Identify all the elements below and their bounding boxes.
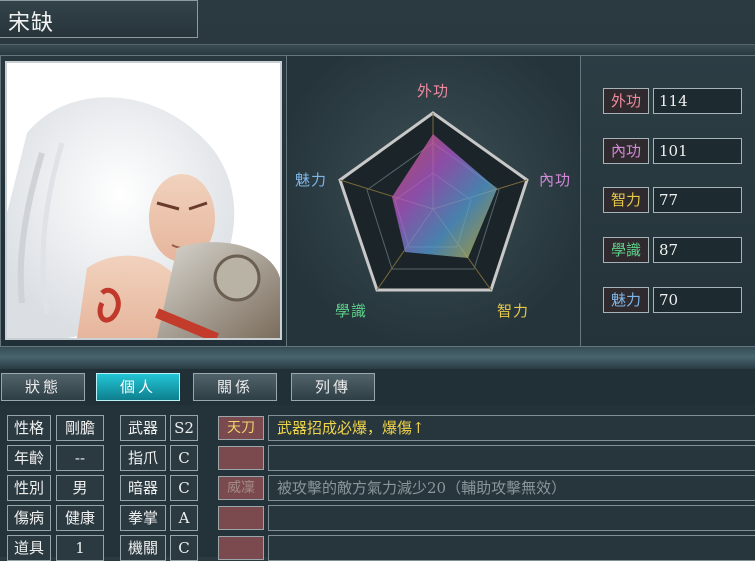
stat-label: 學識 xyxy=(603,237,649,263)
skill-description xyxy=(268,505,755,531)
stat-label: 魅力 xyxy=(603,287,649,313)
tab-relations[interactable]: 關係 xyxy=(193,373,277,401)
stat-label: 外功 xyxy=(603,88,649,114)
skill-label: 拳掌 xyxy=(120,505,166,531)
skill-grade: S2 xyxy=(170,415,198,441)
skill-tag[interactable] xyxy=(218,536,264,560)
skill-description: 武器招成必爆，爆傷↑ xyxy=(268,415,755,441)
attribute-values-panel: 外功 114 內功 101 智力 77 學識 87 魅力 70 xyxy=(580,55,755,347)
personal-label: 性格 xyxy=(7,415,51,441)
wave-divider xyxy=(0,347,755,369)
skill-grade: A xyxy=(170,505,198,531)
personal-label: 年齡 xyxy=(7,445,51,471)
personal-value: 健康 xyxy=(56,505,104,531)
skill-tag[interactable] xyxy=(218,446,264,470)
stat-label: 內功 xyxy=(603,138,649,164)
header-band xyxy=(0,44,755,55)
skill-tag[interactable] xyxy=(218,506,264,530)
personal-label: 性別 xyxy=(7,475,51,501)
personal-value: 1 xyxy=(56,535,104,561)
skill-tag[interactable]: 天刀 xyxy=(218,416,264,440)
stat-value: 70 xyxy=(653,287,742,313)
skill-tag[interactable]: 威凜 xyxy=(218,476,264,500)
skill-description xyxy=(268,535,755,561)
tab-biography[interactable]: 列傳 xyxy=(291,373,375,401)
attribute-radar-panel: 外功 內功 智力 學識 魅力 xyxy=(286,55,581,347)
radar-label-bottom-left: 學識 xyxy=(335,302,368,320)
skill-label: 武器 xyxy=(120,415,166,441)
personal-value: -- xyxy=(56,445,104,471)
personal-label: 道具 xyxy=(7,535,51,561)
personal-value: 剛膽 xyxy=(56,415,104,441)
skill-label: 暗器 xyxy=(120,475,166,501)
skill-grade: C xyxy=(170,475,198,501)
stat-value: 101 xyxy=(653,138,742,164)
radar-label-bottom-right: 智力 xyxy=(497,302,530,320)
personal-value: 男 xyxy=(56,475,104,501)
skill-grade: C xyxy=(170,535,198,561)
tab-status[interactable]: 狀態 xyxy=(1,373,85,401)
radar-label-left: 魅力 xyxy=(295,171,328,189)
skill-label: 指爪 xyxy=(120,445,166,471)
skill-grade: C xyxy=(170,445,198,471)
character-portrait xyxy=(5,61,282,340)
stat-value: 114 xyxy=(653,88,742,114)
radar-label-right: 內功 xyxy=(539,171,572,189)
stat-label: 智力 xyxy=(603,187,649,213)
radar-label-top: 外功 xyxy=(417,82,450,100)
stat-value: 87 xyxy=(653,237,742,263)
skill-description xyxy=(268,445,755,471)
tab-personal[interactable]: 個人 xyxy=(96,373,180,401)
portrait-illustration xyxy=(7,63,280,338)
personal-label: 傷病 xyxy=(7,505,51,531)
character-name: 宋缺 xyxy=(8,11,55,36)
skill-description: 被攻擊的敵方氣力減少20（輔助攻擊無效） xyxy=(268,475,755,501)
stat-value: 77 xyxy=(653,187,742,213)
character-name-panel: 宋缺 xyxy=(0,0,198,38)
skill-label: 機關 xyxy=(120,535,166,561)
